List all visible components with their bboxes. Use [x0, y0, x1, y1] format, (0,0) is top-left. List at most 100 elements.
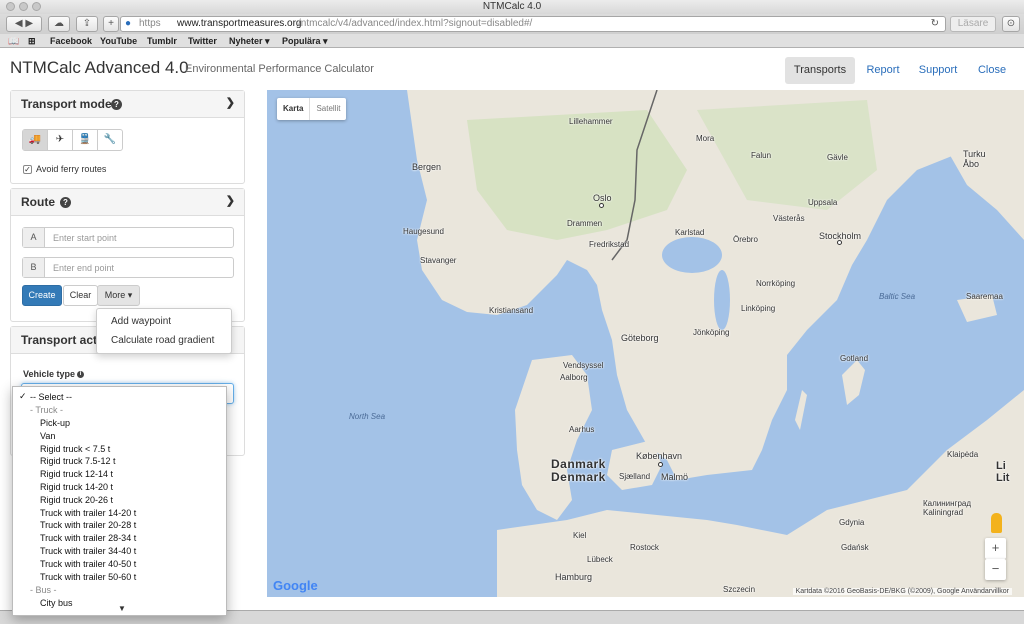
map-label: Örebro	[733, 235, 758, 244]
map-label: Aalborg	[560, 373, 588, 382]
map[interactable]: Karta Satellit Lillehammer Bergen Oslo D…	[267, 90, 1024, 597]
end-point-input[interactable]	[46, 258, 233, 277]
clear-button[interactable]: Clear	[63, 285, 98, 306]
dropdown-option[interactable]: Rigid truck 14-20 t	[40, 482, 113, 492]
grid-icon[interactable]: ⊞	[28, 34, 36, 48]
globe-icon: ●	[125, 18, 132, 29]
map-label: Saaremaa	[966, 292, 1003, 301]
dropdown-option[interactable]: Pick-up	[40, 418, 70, 428]
map-label: Stockholm	[819, 231, 862, 241]
bookmark-populara[interactable]: Populära ▾	[282, 34, 328, 48]
gotland-land	[842, 360, 865, 405]
more-button[interactable]: More ▾	[97, 285, 140, 306]
transport-activity-title: Transport activ	[21, 333, 108, 347]
calculate-road-gradient-item[interactable]: Calculate road gradient	[111, 335, 214, 346]
map-label: Gävle	[827, 153, 848, 162]
scroll-down-arrow-icon[interactable]: ▼	[118, 604, 126, 613]
dropdown-option[interactable]: Truck with trailer 50-60 t	[40, 572, 136, 582]
dropdown-option[interactable]: Rigid truck 7.5-12 t	[40, 456, 116, 466]
airplane-icon: ✈	[55, 134, 65, 145]
bookmarks-bar: 📖 ⊞ Facebook YouTube Tumblr Twitter Nyhe…	[0, 34, 1024, 48]
truck-mode-button[interactable]: 🚚	[23, 130, 48, 150]
zealand-land	[607, 440, 662, 490]
route-header[interactable]: Route ? ❯	[11, 189, 244, 216]
map-label: Gotland	[840, 354, 869, 363]
info-icon[interactable]: i	[77, 371, 85, 379]
dropdown-option[interactable]: Truck with trailer 40-50 t	[40, 559, 136, 569]
downloads-icon[interactable]: ⊙	[1002, 16, 1020, 32]
new-tab-button[interactable]: +	[103, 16, 119, 32]
avoid-ferry-checkbox[interactable]: ✓	[23, 165, 32, 174]
map-label: Uppsala	[808, 198, 838, 207]
map-label: Malmö	[661, 472, 689, 482]
dropdown-group-truck: - Truck -	[30, 405, 63, 415]
map-type-karta[interactable]: Karta	[277, 98, 309, 120]
map-type-satellit[interactable]: Satellit	[309, 98, 346, 120]
map-label: Jönköping	[693, 328, 730, 337]
cloud-icon[interactable]: ☁	[48, 16, 70, 32]
nav-report[interactable]: Report	[861, 57, 905, 84]
map-label: Калининград Kaliningrad	[923, 499, 972, 517]
app-subtitle: Environmental Performance Calculator	[185, 63, 374, 75]
help-icon[interactable]: ?	[60, 197, 71, 208]
create-button[interactable]: Create	[22, 285, 62, 306]
start-point-input[interactable]	[46, 228, 233, 247]
map-label: Turku Åbo	[963, 149, 986, 169]
dropdown-option[interactable]: Truck with trailer 28-34 t	[40, 533, 136, 543]
address-bar[interactable]: ● https www.transportmeasures.org /ntmca…	[120, 16, 946, 32]
dropdown-option[interactable]: City bus	[40, 598, 73, 608]
start-point-row: A	[22, 227, 234, 248]
minimize-window-button[interactable]	[19, 2, 28, 11]
close-window-button[interactable]	[6, 2, 15, 11]
map-label: Bergen	[412, 162, 442, 172]
map-attribution[interactable]: Kartdata ©2016 GeoBasis-DE/BKG (©2009), …	[792, 588, 1012, 595]
reader-button[interactable]: Läsare	[950, 16, 996, 32]
bookmark-youtube[interactable]: YouTube	[100, 34, 137, 48]
bookmark-twitter[interactable]: Twitter	[188, 34, 217, 48]
nav-close[interactable]: Close	[972, 57, 1012, 84]
bookmark-facebook[interactable]: Facebook	[50, 34, 92, 48]
dropdown-option[interactable]: Van	[40, 431, 55, 441]
nav-transports[interactable]: Transports	[785, 57, 855, 84]
map-label: Li Lit	[996, 460, 1010, 484]
dropdown-option[interactable]: Rigid truck 12-14 t	[40, 469, 113, 479]
street-view-pegman-icon[interactable]	[991, 513, 1002, 533]
bookmark-tumblr[interactable]: Tumblr	[147, 34, 177, 48]
help-icon[interactable]: ?	[111, 99, 122, 110]
more-menu: Add waypoint Calculate road gradient	[96, 308, 232, 354]
map-label: Rostock	[630, 543, 659, 552]
dropdown-option[interactable]: Truck with trailer 14-20 t	[40, 508, 136, 518]
bookmark-nyheter[interactable]: Nyheter ▾	[229, 34, 270, 48]
zoom-in-button[interactable]: +	[985, 538, 1006, 559]
start-letter: A	[23, 228, 45, 247]
dropdown-option[interactable]: Rigid truck < 7.5 t	[40, 444, 110, 454]
url-path: /ntmcalc/v4/advanced/index.html?signout=…	[298, 18, 533, 29]
dropdown-option[interactable]: Truck with trailer 20-28 t	[40, 520, 136, 530]
share-icon[interactable]: ⇪	[76, 16, 98, 32]
chevron-down-icon[interactable]: ❯	[226, 96, 235, 109]
dropdown-option[interactable]: Truck with trailer 34-40 t	[40, 546, 136, 556]
map-label: Linköping	[741, 304, 776, 313]
map-label: North Sea	[349, 412, 386, 421]
dropdown-option-select[interactable]: -- Select --	[30, 392, 72, 402]
back-forward-button[interactable]: ◀ ▶	[6, 16, 42, 32]
map-label: Norrköping	[756, 279, 796, 288]
reload-icon[interactable]: ↻	[931, 17, 939, 31]
rail-mode-button[interactable]: 🚆	[73, 130, 98, 150]
map-label: Lillehammer	[569, 117, 613, 126]
map-land	[407, 90, 1024, 597]
air-mode-button[interactable]: ✈	[48, 130, 73, 150]
nav-support[interactable]: Support	[914, 57, 962, 84]
dropdown-option[interactable]: Rigid truck 20-26 t	[40, 495, 113, 505]
chevron-down-icon[interactable]: ❯	[226, 194, 235, 207]
zoom-out-button[interactable]: −	[985, 559, 1006, 580]
book-icon[interactable]: 📖	[8, 34, 19, 48]
map-label: Kiel	[573, 531, 587, 540]
custom-mode-button[interactable]: 🔧	[98, 130, 122, 150]
avoid-ferry-label: Avoid ferry routes	[36, 164, 107, 174]
add-waypoint-item[interactable]: Add waypoint	[111, 316, 171, 327]
zoom-window-button[interactable]	[32, 2, 41, 11]
end-letter: B	[23, 258, 45, 277]
city-dot	[658, 462, 663, 467]
transport-mode-header[interactable]: Transport mode ? ❯	[11, 91, 244, 118]
